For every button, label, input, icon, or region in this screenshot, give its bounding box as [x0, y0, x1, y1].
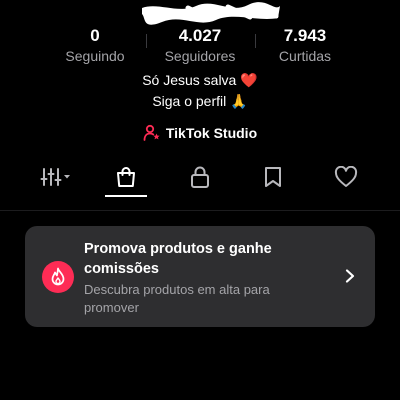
shopping-bag-icon: [117, 167, 135, 187]
filter-sliders-icon: [40, 168, 70, 186]
bio-line-2-text: Siga o perfil: [152, 93, 227, 109]
lock-icon: [191, 166, 209, 188]
stat-divider: [255, 34, 256, 48]
chevron-right-icon[interactable]: [343, 267, 357, 285]
following-label: Seguindo: [65, 48, 125, 64]
praying-hands-emoji-icon: 🙏: [230, 93, 248, 109]
stat-likes[interactable]: 7.943 Curtidas: [250, 26, 360, 65]
likes-label: Curtidas: [278, 48, 332, 64]
stat-following[interactable]: 0 Seguindo: [40, 26, 150, 65]
tiktok-studio-label: TikTok Studio: [165, 125, 258, 141]
bookmark-icon: [265, 167, 281, 187]
bio-line-2: Siga o perfil 🙏: [0, 91, 400, 112]
stat-followers[interactable]: 4.027 Seguidores: [145, 26, 255, 65]
bio-line-1: Só Jesus salva ❤️: [0, 70, 400, 91]
promote-products-card[interactable]: Promova produtos e ganhe comissões Descu…: [25, 226, 375, 327]
tiktok-studio-link[interactable]: TikTok Studio: [143, 122, 257, 144]
promo-text-block: Promova produtos e ganhe comissões Descu…: [84, 239, 324, 317]
active-tab-indicator: [105, 195, 147, 197]
promo-title: Promova produtos e ganhe comissões: [84, 241, 272, 277]
heart-emoji-icon: ❤️: [240, 72, 258, 88]
heart-icon: [334, 166, 358, 187]
followers-label: Seguidores: [164, 48, 236, 64]
promo-subtitle: Descubra produtos em alta para promover: [84, 282, 270, 315]
flame-icon: [51, 267, 65, 286]
tabs-divider: [0, 210, 400, 211]
profile-bio: Só Jesus salva ❤️ Siga o perfil 🙏: [0, 70, 400, 112]
profile-stats: 0 Seguindo 4.027 Seguidores 7.943 Curtid…: [0, 26, 400, 66]
person-star-icon: [143, 124, 160, 141]
stat-divider: [146, 34, 147, 48]
following-count: 0: [90, 26, 100, 45]
tiktok-studio-row: TikTok Studio: [0, 122, 400, 144]
likes-count: 7.943: [283, 26, 327, 45]
bio-line-1-text: Só Jesus salva: [142, 72, 237, 88]
tab-liked[interactable]: [322, 160, 370, 194]
promo-icon-badge: [42, 261, 74, 293]
tab-private[interactable]: [176, 160, 224, 194]
followers-count: 4.027: [178, 26, 222, 45]
tab-videos-filter[interactable]: [32, 160, 80, 194]
redacted-username-scribble: [142, 2, 280, 25]
tab-saved[interactable]: [249, 160, 297, 194]
profile-content-tabs: [0, 160, 400, 198]
tab-shop[interactable]: [102, 160, 150, 194]
